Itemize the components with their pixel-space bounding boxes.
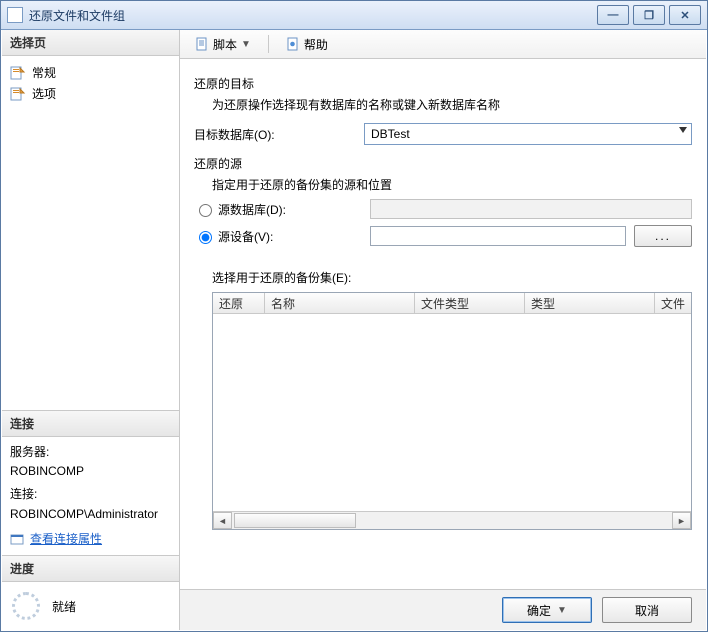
page-general[interactable]: 常规 <box>10 62 171 83</box>
server-label: 服务器: <box>10 443 171 462</box>
page-options-label: 选项 <box>32 85 56 102</box>
backup-sets-label: 选择用于还原的备份集(E): <box>212 269 692 286</box>
app-icon <box>7 7 23 23</box>
scroll-track[interactable] <box>232 513 672 528</box>
chevron-down-icon: ▼ <box>241 39 251 50</box>
restore-source-desc: 指定用于还原的备份集的源和位置 <box>212 176 692 193</box>
help-icon <box>286 37 300 51</box>
browse-device-button[interactable]: ... <box>634 225 692 247</box>
script-label: 脚本 <box>213 36 237 53</box>
ok-button[interactable]: 确定 ▼ <box>502 597 592 623</box>
page-options[interactable]: 选项 <box>10 83 171 104</box>
help-label: 帮助 <box>304 36 328 53</box>
col-file-type[interactable]: 文件类型 <box>415 293 525 313</box>
window-buttons: — ❐ ✕ <box>597 5 701 25</box>
view-connection-properties-link[interactable]: 查看连接属性 <box>30 530 102 549</box>
source-database-radio[interactable] <box>199 204 212 217</box>
cancel-label: 取消 <box>635 602 659 619</box>
target-database-value: DBTest <box>371 127 410 141</box>
page-tree: 常规 选项 <box>2 56 179 110</box>
titlebar[interactable]: 还原文件和文件组 — ❐ ✕ <box>1 1 707 30</box>
select-page-header: 选择页 <box>2 30 179 56</box>
properties-icon <box>10 532 24 546</box>
page-icon <box>10 87 26 101</box>
connection-panel: 连接 服务器: ROBINCOMP 连接: ROBINCOMP\Administ… <box>2 410 179 555</box>
help-button[interactable]: 帮助 <box>279 33 335 56</box>
restore-destination-title: 还原的目标 <box>194 75 692 92</box>
close-button[interactable]: ✕ <box>669 5 701 25</box>
conn-value: ROBINCOMP\Administrator <box>10 505 171 524</box>
main-area: 脚本 ▼ 帮助 p://blog.c t/ 还原的目标 为还原操作选择现有数据库… <box>180 30 706 630</box>
col-restore[interactable]: 还原 <box>213 293 265 313</box>
toolbar: 脚本 ▼ 帮助 <box>180 30 706 59</box>
progress-header: 进度 <box>2 556 179 582</box>
script-icon <box>195 37 209 51</box>
progress-panel: 进度 就绪 <box>2 555 179 630</box>
cancel-button[interactable]: 取消 <box>602 597 692 623</box>
spinner-icon <box>12 592 40 620</box>
target-database-combo[interactable]: DBTest <box>364 123 692 145</box>
source-device-radio[interactable] <box>199 231 212 244</box>
col-name[interactable]: 名称 <box>265 293 415 313</box>
connection-header: 连接 <box>2 411 179 437</box>
col-file[interactable]: 文件 <box>655 293 691 313</box>
scroll-right-button[interactable]: ► <box>672 512 691 529</box>
restore-source-title: 还原的源 <box>194 155 692 172</box>
server-value: ROBINCOMP <box>10 462 171 481</box>
source-database-label: 源数据库(D): <box>218 201 370 218</box>
table-header: 还原 名称 文件类型 类型 文件 <box>213 293 691 314</box>
source-database-combo <box>370 199 692 219</box>
page-icon <box>10 66 26 80</box>
dialog-body: 选择页 常规 选项 连接 服务器: <box>2 30 706 630</box>
dialog-footer: 确定 ▼ 取消 <box>180 589 706 630</box>
progress-status: 就绪 <box>52 598 76 615</box>
page-general-label: 常规 <box>32 64 56 81</box>
scroll-left-button[interactable]: ◄ <box>213 512 232 529</box>
maximize-button[interactable]: ❐ <box>633 5 665 25</box>
window-title: 还原文件和文件组 <box>29 7 597 24</box>
dialog-window: 还原文件和文件组 — ❐ ✕ 选择页 常规 选项 <box>0 0 708 632</box>
conn-label: 连接: <box>10 485 171 504</box>
content: p://blog.c t/ 还原的目标 为还原操作选择现有数据库的名称或键入新数… <box>180 59 706 589</box>
script-button[interactable]: 脚本 ▼ <box>188 33 258 56</box>
source-device-label: 源设备(V): <box>218 228 370 245</box>
backup-sets-table[interactable]: 还原 名称 文件类型 类型 文件 ◄ ► <box>212 292 692 530</box>
toolbar-separator <box>268 35 269 53</box>
restore-destination-desc: 为还原操作选择现有数据库的名称或键入新数据库名称 <box>212 96 692 113</box>
scroll-thumb[interactable] <box>234 513 356 528</box>
chevron-down-icon: ▼ <box>557 605 567 616</box>
source-device-input[interactable] <box>370 226 626 246</box>
col-type[interactable]: 类型 <box>525 293 655 313</box>
ok-label: 确定 <box>527 602 551 619</box>
sidebar: 选择页 常规 选项 连接 服务器: <box>2 30 180 630</box>
target-database-label: 目标数据库(O): <box>194 126 364 143</box>
chevron-down-icon <box>679 127 687 133</box>
minimize-button[interactable]: — <box>597 5 629 25</box>
horizontal-scrollbar[interactable]: ◄ ► <box>213 511 691 529</box>
